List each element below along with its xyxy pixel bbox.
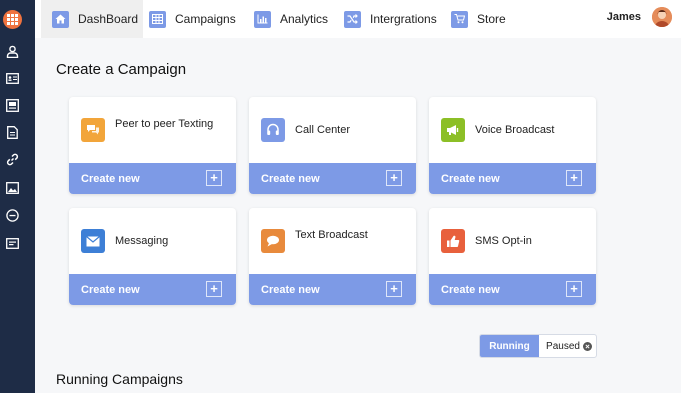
chat-icon [81,118,105,142]
user-icon[interactable] [5,44,20,59]
plus-icon[interactable]: + [206,170,222,186]
bar-chart-icon [254,10,271,28]
campaign-card-call-center: Call Center Create new + [249,97,416,194]
create-new-label: Create new [81,172,140,185]
plus-icon[interactable]: + [566,281,582,297]
close-circle-icon [582,341,592,351]
create-new-button[interactable]: Create new + [429,274,596,305]
tab-label: Campaigns [175,12,236,26]
envelope-icon [81,229,105,253]
tab-store[interactable]: Store [451,0,506,38]
grid-icon [149,10,166,28]
create-new-button[interactable]: Create new + [249,274,416,305]
headset-icon [261,118,285,142]
minus-circle-icon[interactable] [5,208,20,223]
app-logo-icon[interactable] [3,10,22,29]
id-card-icon[interactable] [5,98,20,113]
create-new-label: Create new [441,172,500,185]
card-title: Messaging [115,235,169,247]
tab-integrations[interactable]: Intergrations [344,0,437,38]
create-new-button[interactable]: Create new + [249,163,416,194]
create-new-button[interactable]: Create new + [69,163,236,194]
create-new-label: Create new [261,283,320,296]
campaign-status-toggle: Running Paused [479,334,597,358]
page-title: Create a Campaign [56,61,187,78]
running-campaigns-heading: Running Campaigns [56,371,183,387]
shuffle-icon [344,10,361,28]
card-title: SMS Opt-in [475,235,532,247]
tab-label: Analytics [280,12,329,26]
megaphone-icon [441,118,465,142]
form-icon[interactable] [5,236,20,251]
create-new-label: Create new [441,283,500,296]
create-new-button[interactable]: Create new + [429,163,596,194]
paused-toggle-button[interactable]: Paused [540,335,596,357]
campaign-card-sms-opt-in: SMS Opt-in Create new + [429,208,596,305]
contact-card-icon[interactable] [5,71,20,86]
card-title: Voice Broadcast [475,124,555,136]
user-name[interactable]: James [607,11,641,23]
paused-label: Paused [546,340,580,352]
home-icon [52,10,69,28]
create-new-label: Create new [81,283,140,296]
speech-bubble-icon [261,229,285,253]
card-title: Text Broadcast [295,229,368,241]
campaign-card-voice-broadcast: Voice Broadcast Create new + [429,97,596,194]
tab-label: DashBoard [78,12,139,26]
cart-icon [451,10,468,28]
create-new-button[interactable]: Create new + [69,274,236,305]
tab-dashboard[interactable]: DashBoard [41,0,143,38]
tab-analytics[interactable]: Analytics [254,0,328,38]
create-new-label: Create new [261,172,320,185]
campaign-card-peer-to-peer: Peer to peer Texting Create new + [69,97,236,194]
plus-icon[interactable]: + [206,281,222,297]
tab-label: Intergrations [370,12,437,26]
campaign-card-messaging: Messaging Create new + [69,208,236,305]
plus-icon[interactable]: + [566,170,582,186]
avatar[interactable] [652,7,672,27]
sidebar [0,0,35,393]
tab-label: Store [477,12,506,26]
card-title: Peer to peer Texting [115,118,214,130]
running-toggle-button[interactable]: Running [480,335,539,357]
tab-campaigns[interactable]: Campaigns [149,0,236,38]
document-icon[interactable] [5,125,20,140]
image-icon[interactable] [5,180,20,195]
thumbs-up-icon [441,229,465,253]
top-navigation: DashBoard Campaigns Analytics Intergrati… [35,0,681,38]
campaign-card-text-broadcast: Text Broadcast Create new + [249,208,416,305]
card-title: Call Center [295,124,351,136]
link-icon[interactable] [5,152,20,167]
plus-icon[interactable]: + [386,170,402,186]
plus-icon[interactable]: + [386,281,402,297]
